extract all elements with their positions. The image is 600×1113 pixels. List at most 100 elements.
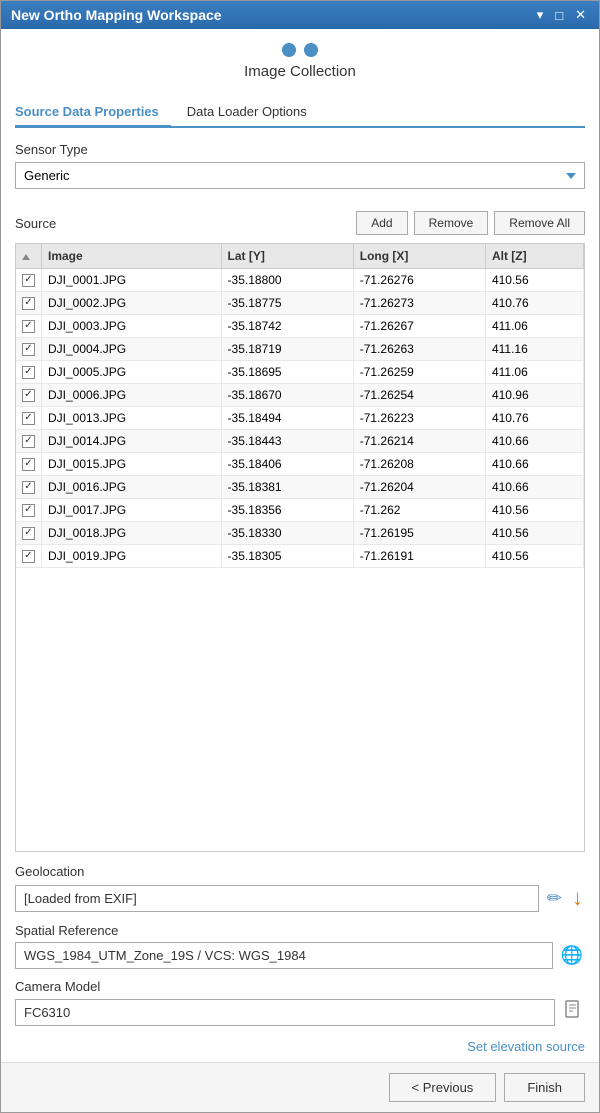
row-image: DJI_0002.JPG [42,292,222,315]
sensor-type-select[interactable]: Generic UAV/UAS Digital Camera Film Came… [15,162,585,189]
row-long: -71.26263 [353,338,485,361]
row-checkbox[interactable] [22,481,35,494]
row-checkbox[interactable] [22,389,35,402]
row-image: DJI_0005.JPG [42,361,222,384]
sensor-type-label: Sensor Type [15,142,585,157]
tab-source-data[interactable]: Source Data Properties [15,98,171,128]
row-lat: -35.18381 [221,476,353,499]
row-lat: -35.18800 [221,269,353,292]
step-dot-1 [282,43,296,57]
spatial-reference-globe-icon[interactable]: 🌐 [559,943,585,968]
window-controls: ▾ □ ✕ [534,7,589,23]
row-lat: -35.18742 [221,315,353,338]
row-checkbox[interactable] [22,274,35,287]
tab-data-loader[interactable]: Data Loader Options [187,98,319,128]
row-checkbox-cell [16,545,42,568]
row-checkbox[interactable] [22,458,35,471]
row-long: -71.26195 [353,522,485,545]
row-alt: 410.76 [485,407,583,430]
row-alt: 411.06 [485,361,583,384]
spatial-reference-group: Spatial Reference 🌐 [15,923,585,969]
main-window: New Ortho Mapping Workspace ▾ □ ✕ Image … [0,0,600,1113]
remove-button[interactable]: Remove [414,211,489,235]
step-dot-2 [304,43,318,57]
row-long: -71.26208 [353,453,485,476]
row-alt: 410.56 [485,522,583,545]
row-lat: -35.18330 [221,522,353,545]
row-checkbox-cell [16,338,42,361]
table-row: DJI_0002.JPG-35.18775-71.26273410.76 [16,292,584,315]
geolocation-download-icon[interactable]: ↓ [570,883,585,913]
row-checkbox-cell [16,269,42,292]
row-image: DJI_0019.JPG [42,545,222,568]
footer-bar: < Previous Finish [1,1062,599,1112]
row-checkbox[interactable] [22,297,35,310]
row-long: -71.26276 [353,269,485,292]
row-image: DJI_0014.JPG [42,430,222,453]
row-checkbox[interactable] [22,527,35,540]
maximize-icon[interactable]: □ [552,8,566,23]
sensor-type-group: Sensor Type Generic UAV/UAS Digital Came… [15,142,585,201]
row-alt: 410.96 [485,384,583,407]
header-alt: Alt [Z] [485,244,583,269]
close-icon[interactable]: ✕ [572,7,589,23]
row-image: DJI_0016.JPG [42,476,222,499]
spatial-reference-input[interactable] [15,942,553,969]
row-checkbox-cell [16,361,42,384]
camera-model-row [15,998,585,1027]
image-table-container: Image Lat [Y] Long [X] Alt [Z] DJI_0001.… [15,243,585,852]
row-checkbox[interactable] [22,366,35,379]
row-checkbox[interactable] [22,343,35,356]
minimize-icon[interactable]: ▾ [534,7,547,23]
geolocation-row: ✏ ↓ [15,883,585,913]
row-alt: 410.66 [485,476,583,499]
row-alt: 410.56 [485,545,583,568]
row-lat: -35.18775 [221,292,353,315]
row-long: -71.26273 [353,292,485,315]
source-label: Source [15,216,350,231]
row-checkbox-cell [16,315,42,338]
row-alt: 410.56 [485,499,583,522]
table-row: DJI_0004.JPG-35.18719-71.26263411.16 [16,338,584,361]
geolocation-group: Geolocation ✏ ↓ [15,864,585,913]
finish-button[interactable]: Finish [504,1073,585,1102]
row-checkbox-cell [16,407,42,430]
row-checkbox[interactable] [22,412,35,425]
row-lat: -35.18443 [221,430,353,453]
sort-icon [22,254,30,260]
row-alt: 410.66 [485,453,583,476]
row-image: DJI_0003.JPG [42,315,222,338]
table-row: DJI_0014.JPG-35.18443-71.26214410.66 [16,430,584,453]
row-image: DJI_0018.JPG [42,522,222,545]
geolocation-edit-icon[interactable]: ✏ [545,886,564,911]
geolocation-input[interactable] [15,885,539,912]
camera-model-input[interactable] [15,999,555,1026]
row-lat: -35.18356 [221,499,353,522]
row-checkbox-cell [16,499,42,522]
row-long: -71.26259 [353,361,485,384]
row-checkbox[interactable] [22,435,35,448]
row-checkbox[interactable] [22,550,35,563]
row-checkbox-cell [16,476,42,499]
row-checkbox[interactable] [22,320,35,333]
window-title: New Ortho Mapping Workspace [11,7,222,23]
header-long: Long [X] [353,244,485,269]
row-checkbox-cell [16,384,42,407]
row-checkbox[interactable] [22,504,35,517]
image-table-scroll[interactable]: Image Lat [Y] Long [X] Alt [Z] DJI_0001.… [16,244,584,851]
row-lat: -35.18494 [221,407,353,430]
remove-all-button[interactable]: Remove All [494,211,585,235]
row-image: DJI_0006.JPG [42,384,222,407]
table-row: DJI_0015.JPG-35.18406-71.26208410.66 [16,453,584,476]
add-button[interactable]: Add [356,211,407,235]
previous-button[interactable]: < Previous [389,1073,497,1102]
camera-model-doc-icon[interactable] [561,998,585,1027]
row-long: -71.26223 [353,407,485,430]
set-elevation-link[interactable]: Set elevation source [15,1039,585,1054]
row-alt: 411.06 [485,315,583,338]
row-image: DJI_0004.JPG [42,338,222,361]
row-long: -71.26254 [353,384,485,407]
row-long: -71.26267 [353,315,485,338]
camera-model-label: Camera Model [15,979,585,994]
wizard-step-title: Image Collection [244,63,356,80]
